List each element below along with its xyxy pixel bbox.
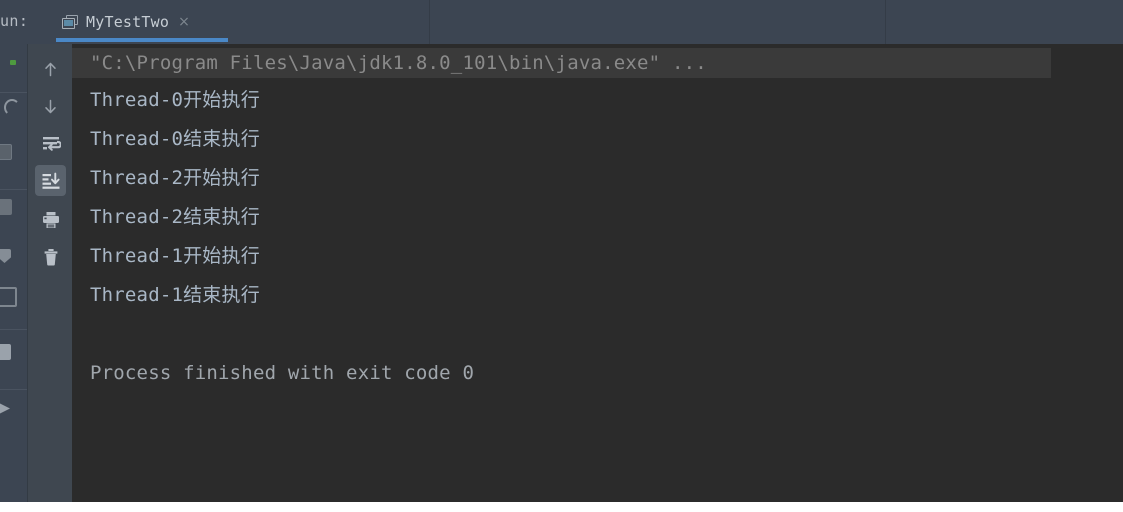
run-tool-window: un: MyTestTwo × "C:\Program Files\Java\j… xyxy=(0,0,1123,512)
trash-icon-button[interactable] xyxy=(35,241,66,272)
console-line: Thread-1结束执行 xyxy=(90,284,260,306)
console-line-command: "C:\Program Files\Java\jdk1.8.0_101\bin\… xyxy=(72,48,1051,78)
soft-wrap-icon-button[interactable] xyxy=(35,128,66,159)
down-arrow-icon-button[interactable] xyxy=(35,91,66,122)
pin-icon-clipped[interactable] xyxy=(0,249,11,263)
run-window-title: un: xyxy=(0,12,29,30)
print-icon-button[interactable] xyxy=(35,204,66,235)
gutter-divider xyxy=(0,92,27,93)
stop-icon-clipped[interactable] xyxy=(0,144,12,160)
gutter-divider xyxy=(0,329,27,330)
settings-icon-clipped[interactable] xyxy=(0,344,11,360)
print-icon xyxy=(42,211,59,228)
console-line: Thread-2结束执行 xyxy=(90,206,260,228)
console-line: Thread-2开始执行 xyxy=(90,167,260,189)
left-side-toolbar-clipped xyxy=(0,44,27,502)
scroll-to-end-icon xyxy=(42,172,60,189)
up-arrow-icon-button[interactable] xyxy=(35,54,66,85)
trash-icon xyxy=(44,248,57,265)
console-output[interactable]: "C:\Program Files\Java\jdk1.8.0_101\bin\… xyxy=(72,44,1123,502)
tab-label: MyTestTwo xyxy=(86,13,170,31)
tab-mytesttwo[interactable]: MyTestTwo × xyxy=(60,4,192,40)
expand-icon-clipped[interactable] xyxy=(0,402,10,415)
rerun-icon-clipped[interactable] xyxy=(4,99,20,116)
layout-icon-clipped[interactable] xyxy=(0,287,17,307)
gutter-divider xyxy=(0,189,27,190)
console-line: Thread-1开始执行 xyxy=(90,245,260,267)
scroll-to-end-icon-button[interactable] xyxy=(35,165,66,196)
console-window-icon xyxy=(62,14,79,30)
console-line-status: Process finished with exit code 0 xyxy=(90,362,475,384)
tab-active-indicator xyxy=(56,38,228,42)
down-arrow-icon xyxy=(45,99,56,114)
console-toolbar xyxy=(27,44,73,502)
resume-icon-clipped[interactable] xyxy=(0,199,12,215)
header-separator-2 xyxy=(885,0,886,44)
close-icon[interactable]: × xyxy=(178,15,190,29)
run-status-dot-icon xyxy=(10,60,16,65)
console-line: Thread-0结束执行 xyxy=(90,128,260,150)
gutter-divider xyxy=(0,389,27,390)
run-window-header: un: MyTestTwo × xyxy=(0,0,1123,44)
soft-wrap-icon xyxy=(42,136,61,151)
header-separator-1 xyxy=(429,0,430,44)
console-line: Thread-0开始执行 xyxy=(90,89,260,111)
up-arrow-icon xyxy=(45,62,56,77)
